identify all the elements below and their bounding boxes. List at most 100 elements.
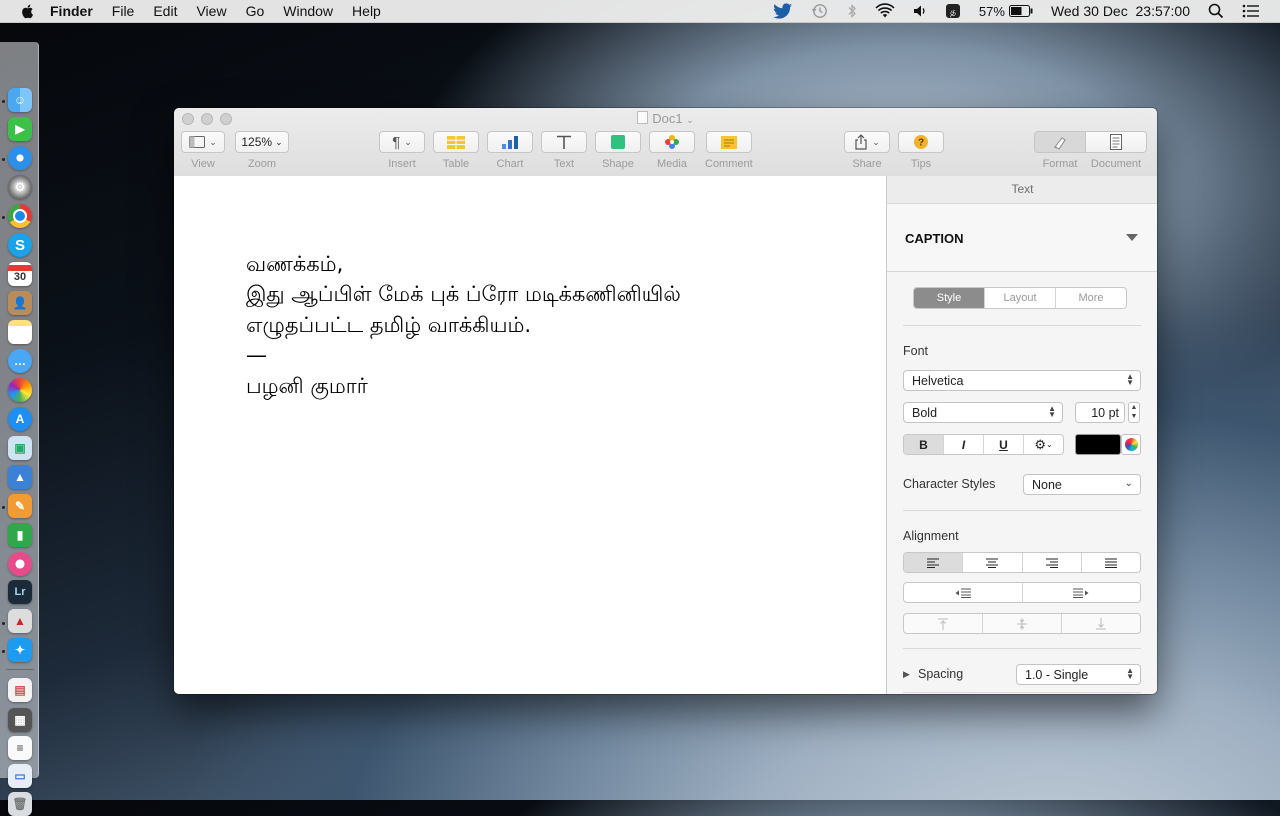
zoom-select[interactable]: 125% ⌄: [235, 131, 289, 153]
document-line[interactable]: வணக்கம்,: [246, 252, 343, 279]
table-label: Table: [442, 158, 470, 170]
menu-edit[interactable]: Edit: [153, 3, 177, 19]
time-machine-icon[interactable]: [811, 3, 829, 19]
skype-icon[interactable]: S: [8, 233, 32, 257]
shape-button[interactable]: [595, 131, 641, 153]
chrome-icon[interactable]: [8, 204, 32, 228]
calendar-icon[interactable]: 30: [8, 262, 32, 286]
tab-more[interactable]: More: [1056, 288, 1126, 308]
menu-go[interactable]: Go: [246, 3, 265, 19]
line-spacing-select[interactable]: 1.0 - Single ▲ ▼: [1016, 664, 1141, 685]
menu-help[interactable]: Help: [352, 3, 381, 19]
spacing-disclosure[interactable]: ▶: [903, 669, 910, 680]
documents-icon[interactable]: ▤: [8, 678, 32, 702]
photos-icon[interactable]: [8, 378, 32, 402]
lightroom-icon[interactable]: Lr: [8, 580, 32, 604]
battery-icon: [1008, 5, 1033, 17]
wifi-icon[interactable]: [875, 3, 895, 19]
twitter-app-icon[interactable]: ✦: [8, 638, 32, 662]
chart-button[interactable]: [487, 131, 533, 153]
chart-control: Chart: [487, 131, 533, 170]
app-store-icon[interactable]: A: [8, 407, 32, 431]
trash-icon[interactable]: 🗑: [8, 792, 32, 816]
apple-menu-icon[interactable]: [20, 3, 36, 19]
spotlight-icon[interactable]: [1208, 3, 1224, 19]
twitter-status-icon[interactable]: [773, 3, 793, 19]
file-list-icon[interactable]: ≡: [8, 736, 32, 760]
align-bottom-button[interactable]: [1062, 614, 1140, 633]
color-wheel-icon[interactable]: [1121, 434, 1141, 455]
justify-button[interactable]: [1082, 553, 1140, 572]
italic-button[interactable]: I: [944, 435, 984, 454]
view-button[interactable]: ⌄: [181, 131, 225, 153]
character-styles-select[interactable]: None ⌄: [1023, 474, 1141, 495]
insert-button[interactable]: ¶ ⌄: [379, 131, 425, 153]
share-button[interactable]: ⌄: [844, 131, 890, 153]
text-button[interactable]: [541, 131, 587, 153]
align-center-button[interactable]: [963, 553, 1023, 572]
text-options-button[interactable]: ⚙ ⌄: [1024, 435, 1063, 454]
chevron-down-icon: ⌄: [275, 136, 283, 147]
font-style-select[interactable]: Bold ▲ ▼: [903, 402, 1063, 423]
menu-finder[interactable]: Finder: [50, 3, 93, 19]
santa-app-icon[interactable]: ▲: [8, 609, 32, 633]
finder-icon[interactable]: ☺: [8, 88, 32, 112]
notification-center-icon[interactable]: [1242, 4, 1260, 18]
zoom-control: 125% ⌄ Zoom: [235, 131, 289, 170]
comment-button[interactable]: [705, 131, 752, 153]
tab-layout[interactable]: Layout: [985, 288, 1056, 308]
system-preferences-icon[interactable]: ⚙: [8, 175, 32, 199]
folder-icon[interactable]: ▭: [8, 764, 32, 788]
bluetooth-icon[interactable]: [847, 3, 857, 19]
media-button[interactable]: [649, 131, 695, 153]
notes-icon[interactable]: [8, 320, 32, 344]
font-size-field[interactable]: 10 pt: [1075, 402, 1125, 423]
font-size-stepper[interactable]: ▲ ▼: [1128, 402, 1140, 423]
pages-window: Doc1 ⌄ ⌄ View 125% ⌄ Zoom ¶ ⌄ Insert Tab…: [174, 108, 1157, 694]
keynote-icon[interactable]: ▲: [8, 465, 32, 489]
facetime-icon[interactable]: ▶: [8, 117, 32, 141]
underline-button[interactable]: U: [984, 435, 1024, 454]
increase-indent-button[interactable]: [1023, 583, 1141, 602]
table-button[interactable]: [433, 131, 479, 153]
volume-icon[interactable]: [913, 3, 927, 19]
safari-icon[interactable]: [8, 146, 32, 170]
battery-status[interactable]: 57%: [979, 4, 1033, 19]
numbers-icon[interactable]: ▮: [8, 523, 32, 547]
align-right-button[interactable]: [1023, 553, 1082, 572]
decrease-indent-button[interactable]: [904, 583, 1023, 602]
chevron-down-icon: ⌄: [1124, 478, 1133, 489]
document-button[interactable]: [1085, 131, 1147, 153]
document-line[interactable]: —: [246, 343, 267, 367]
keyboard-input-icon[interactable]: த: [945, 3, 961, 19]
messages-icon[interactable]: …: [8, 349, 32, 373]
screenshots-icon[interactable]: ▦: [8, 708, 32, 732]
svg-text:த: த: [950, 8, 956, 18]
tab-style[interactable]: Style: [914, 288, 985, 308]
menu-view[interactable]: View: [196, 3, 226, 19]
pages-icon[interactable]: ✎: [8, 494, 32, 518]
document-canvas[interactable]: வணக்கம், இது ஆப்பிள் மேக் புக் ப்ரோ மடிக…: [174, 176, 886, 694]
paragraph-style-selector[interactable]: CAPTION: [887, 204, 1157, 272]
menu-file[interactable]: File: [112, 3, 135, 19]
format-button[interactable]: [1034, 131, 1086, 153]
font-family-select[interactable]: Helvetica ▲ ▼: [903, 370, 1141, 391]
itunes-icon[interactable]: ♫: [8, 552, 32, 576]
document-line[interactable]: எழுதப்பட்ட தமிழ் வாக்கியம்.: [246, 313, 531, 340]
tips-button[interactable]: ?: [898, 131, 944, 153]
align-top-button[interactable]: [904, 614, 983, 633]
bold-button[interactable]: B: [904, 435, 944, 454]
text-color-well[interactable]: [1075, 434, 1121, 455]
menu-window[interactable]: Window: [283, 3, 333, 19]
document-line[interactable]: இது ஆப்பிள் மேக் புக் ப்ரோ மடிக்கணினியில…: [246, 282, 681, 309]
contacts-icon[interactable]: 👤: [8, 291, 32, 315]
indent-buttons: [903, 582, 1141, 603]
preview-icon[interactable]: ▣: [8, 436, 32, 460]
document-title[interactable]: Doc1 ⌄: [174, 111, 1157, 126]
align-left-button[interactable]: [904, 553, 964, 572]
align-middle-button[interactable]: [983, 614, 1062, 633]
document-line[interactable]: பழனி குமார்: [246, 374, 368, 401]
tips-control: ? Tips: [898, 131, 944, 170]
menu-bar: Finder File Edit View Go Window Help த 5…: [0, 0, 1280, 23]
clock[interactable]: Wed 30 Dec 23:57:00: [1051, 3, 1190, 19]
